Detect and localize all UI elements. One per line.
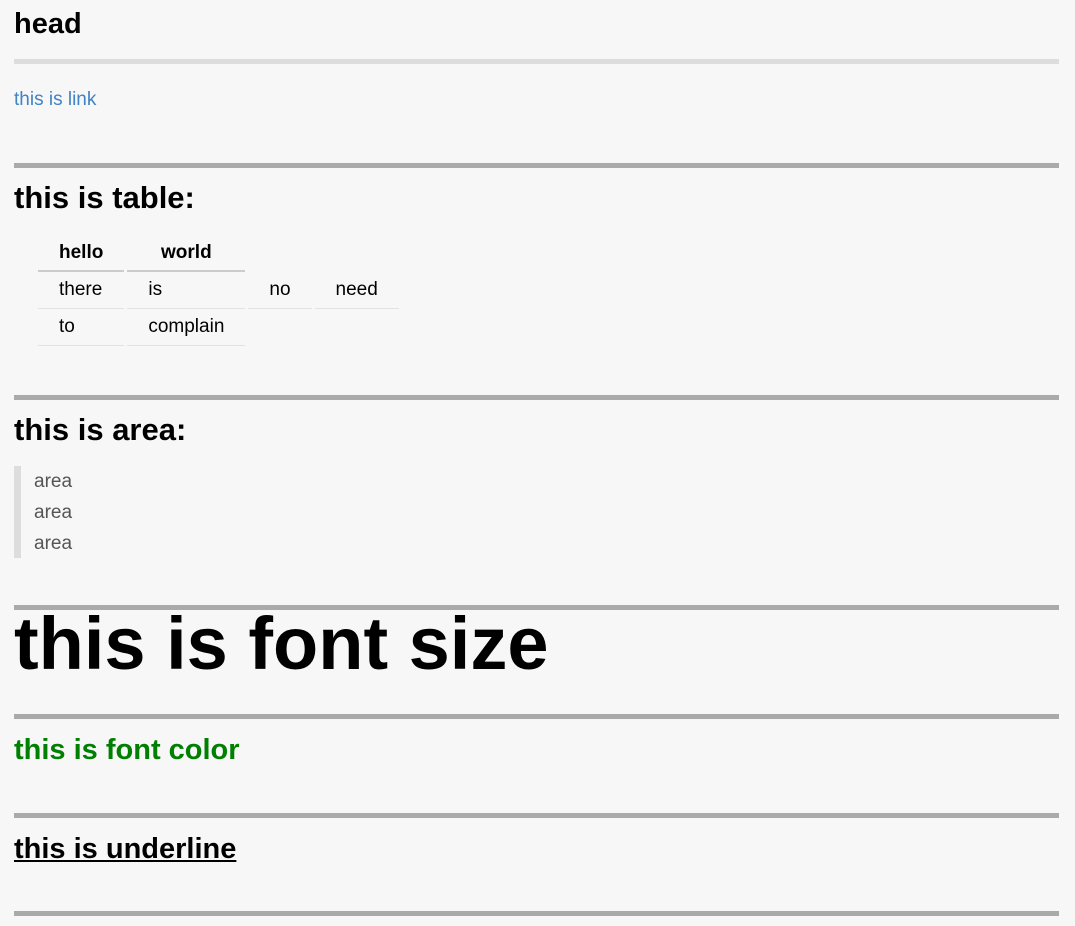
area-line: area — [34, 502, 73, 523]
table-cell: need — [314, 272, 399, 309]
page-heading: head — [14, 8, 82, 40]
table-cell-empty — [248, 309, 311, 346]
area-line: area — [34, 533, 73, 554]
divider — [14, 911, 1059, 916]
divider — [14, 813, 1059, 818]
font-color-example: this is font color — [14, 734, 240, 766]
table-cell-empty — [315, 309, 399, 346]
table-row: there is no need — [38, 272, 399, 309]
area-blockquote: area area area — [14, 466, 414, 558]
divider-light — [14, 59, 1059, 64]
table-section-title: this is table: — [14, 180, 195, 215]
data-table: hello world there is no need to complain — [35, 236, 402, 346]
table-cell: is — [127, 272, 246, 309]
table-header-row: hello world — [38, 236, 399, 272]
divider — [14, 395, 1059, 400]
underline-example: this is underline — [14, 833, 237, 865]
table-row: to complain — [38, 309, 399, 346]
area-line: area — [34, 471, 73, 492]
table-cell: no — [248, 272, 312, 309]
table-header-cell: world — [127, 236, 246, 272]
table-cell: there — [38, 272, 125, 309]
divider — [14, 714, 1059, 719]
area-section-title: this is area: — [14, 412, 187, 447]
table-header-cell: hello — [38, 236, 125, 272]
example-link[interactable]: this is link — [14, 88, 96, 112]
divider — [14, 163, 1059, 168]
font-size-example: this is font size — [14, 602, 549, 685]
table-cell: complain — [127, 309, 246, 346]
table-cell: to — [38, 309, 125, 346]
